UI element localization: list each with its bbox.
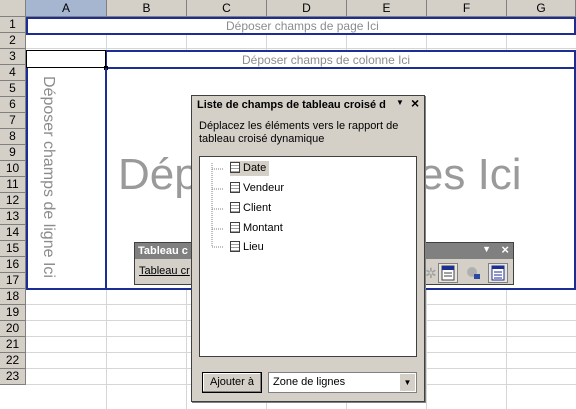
row-header[interactable]: 8 bbox=[0, 129, 26, 145]
area-select-value: Zone de lignes bbox=[273, 376, 346, 388]
column-field-drop-zone[interactable]: Déposer champs de colonne Ici bbox=[105, 50, 576, 69]
field-item-montant[interactable]: Montant bbox=[230, 221, 283, 236]
row-header[interactable]: 20 bbox=[0, 321, 26, 337]
field-item-lieu[interactable]: Lieu bbox=[230, 240, 264, 255]
field-icon bbox=[230, 161, 240, 173]
column-header-d[interactable]: D bbox=[267, 0, 347, 17]
field-icon bbox=[230, 221, 240, 233]
row-header[interactable]: 6 bbox=[0, 97, 26, 113]
row-drop-label: Déposer champs de ligne Ici bbox=[40, 76, 57, 278]
row-header[interactable]: 1 bbox=[0, 17, 26, 33]
row-header[interactable]: 11 bbox=[0, 177, 26, 193]
row-header[interactable]: 15 bbox=[0, 241, 26, 257]
field-list-icon[interactable] bbox=[488, 263, 508, 283]
page-field-drop-zone[interactable]: Déposer champs de page Ici bbox=[26, 17, 576, 35]
row-header[interactable]: 10 bbox=[0, 161, 26, 177]
column-header-a[interactable]: A bbox=[26, 0, 107, 17]
refresh-icon[interactable]: ✲ bbox=[425, 265, 437, 282]
row-header[interactable]: 16 bbox=[0, 257, 26, 273]
dropdown-arrow-icon[interactable]: ▼ bbox=[399, 374, 415, 391]
field-tree[interactable]: Date Vendeur Client Montant Lieu bbox=[199, 156, 417, 357]
field-icon bbox=[230, 201, 240, 213]
row-header[interactable]: 2 bbox=[0, 33, 26, 49]
row-header[interactable]: 13 bbox=[0, 209, 26, 225]
row-header[interactable]: 18 bbox=[0, 289, 26, 305]
row-header[interactable]: 22 bbox=[0, 353, 26, 369]
field-icon bbox=[230, 240, 240, 252]
active-cell-a3[interactable] bbox=[26, 50, 106, 68]
gridline bbox=[26, 48, 576, 49]
page-drop-label: Déposer champs de page Ici bbox=[226, 19, 379, 33]
row-header[interactable]: 3 bbox=[0, 49, 26, 65]
select-all-corner[interactable] bbox=[0, 0, 26, 17]
pivot-field-list-dialog[interactable]: Liste de champs de tableau croisé d ▼ × … bbox=[191, 95, 425, 402]
field-label: Date bbox=[243, 162, 267, 174]
row-header[interactable]: 12 bbox=[0, 193, 26, 209]
row-header[interactable]: 17 bbox=[0, 273, 26, 289]
row-header[interactable]: 14 bbox=[0, 225, 26, 241]
field-item-vendeur[interactable]: Vendeur bbox=[230, 181, 284, 196]
row-header[interactable]: 7 bbox=[0, 113, 26, 129]
column-header-c[interactable]: C bbox=[187, 0, 267, 17]
row-header[interactable]: 9 bbox=[0, 145, 26, 161]
field-label: Lieu bbox=[243, 241, 264, 253]
field-label: Client bbox=[243, 202, 272, 214]
add-to-button[interactable]: Ajouter à bbox=[202, 372, 262, 393]
row-header[interactable]: 21 bbox=[0, 337, 26, 353]
dialog-close-icon[interactable]: × bbox=[411, 95, 419, 111]
field-item-client[interactable]: Client bbox=[230, 201, 271, 216]
dialog-instructions: Déplacez les éléments vers le rapport de… bbox=[199, 120, 399, 145]
field-icon bbox=[230, 181, 240, 193]
column-header-b[interactable]: B bbox=[107, 0, 187, 17]
column-drop-label: Déposer champs de colonne Ici bbox=[242, 53, 411, 67]
field-label: Vendeur bbox=[243, 182, 284, 194]
column-header-f[interactable]: F bbox=[427, 0, 507, 17]
column-header-g[interactable]: G bbox=[507, 0, 576, 17]
toolbar-options-icon[interactable]: ▼ bbox=[482, 244, 491, 254]
spreadsheet: A B C D E F G 1 2 3 4 5 6 7 8 9 10 11 12 13 14 15 16 17 1… bbox=[0, 0, 576, 409]
toolbar-pivot-menu[interactable]: Tableau cr bbox=[139, 265, 190, 277]
format-report-icon[interactable] bbox=[438, 263, 458, 283]
row-header[interactable]: 23 bbox=[0, 369, 26, 385]
row-header[interactable]: 4 bbox=[0, 65, 26, 81]
dialog-options-icon[interactable]: ▼ bbox=[396, 98, 404, 107]
column-header-e[interactable]: E bbox=[347, 0, 427, 17]
row-header[interactable]: 19 bbox=[0, 305, 26, 321]
field-settings-icon[interactable] bbox=[463, 263, 483, 283]
dialog-title: Liste de champs de tableau croisé d bbox=[197, 99, 386, 111]
field-item-date[interactable]: Date bbox=[230, 161, 270, 176]
row-header[interactable]: 5 bbox=[0, 81, 26, 97]
toolbar-close-icon[interactable]: × bbox=[501, 242, 509, 257]
field-label: Montant bbox=[243, 222, 283, 234]
area-select[interactable]: Zone de lignes ▼ bbox=[268, 372, 417, 393]
